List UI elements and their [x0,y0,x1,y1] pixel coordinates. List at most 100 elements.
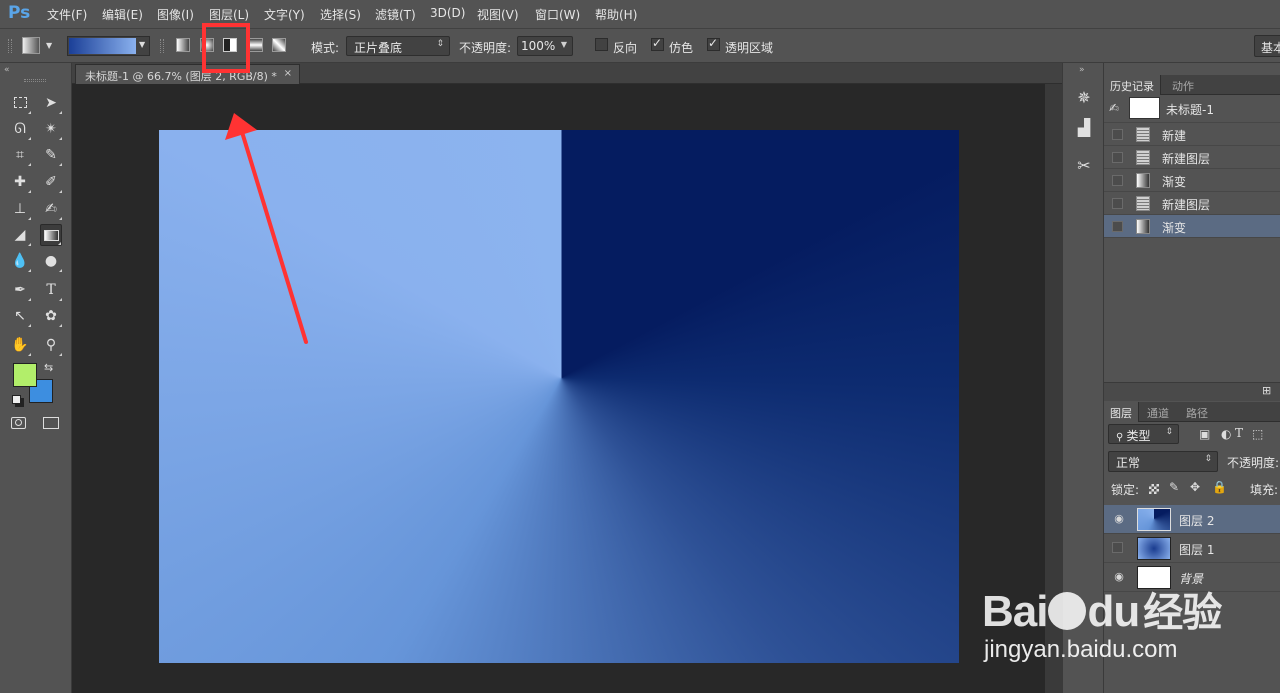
transparency-checkbox[interactable] [707,36,720,51]
magic-wand-tool-icon[interactable]: ✴ [40,118,62,140]
tab-paths[interactable]: 路径 [1180,402,1214,422]
history-brush-tool-icon[interactable]: ✍ [40,198,62,220]
dither-checkbox[interactable] [651,36,664,51]
layer-name: 图层 2 [1179,514,1215,528]
hand-tool-icon[interactable]: ✋ [9,334,31,356]
eraser-tool-icon[interactable]: ◢ [9,224,31,246]
options-grip[interactable] [8,39,12,53]
swap-colors-icon[interactable]: ⇆ [44,361,53,374]
clone-stamp-tool-icon[interactable]: ⊥ [9,198,31,220]
lasso-tool-icon[interactable]: ᘏ [9,118,31,140]
tab-channels[interactable]: 通道 [1141,402,1175,422]
document-tab[interactable]: 未标题-1 @ 66.7% (图层 2, RGB/8) * × [75,64,300,84]
history-item[interactable]: 新建图层 [1104,192,1280,215]
menu-file[interactable]: 文件(F) [47,6,87,23]
history-source-checkbox[interactable] [1112,152,1123,163]
histogram-icon[interactable]: ▟ [1073,117,1095,139]
mode-select[interactable]: 正片叠底 ⇕ [346,36,450,56]
eyedropper-tool-icon[interactable]: ✎ [40,144,62,166]
navigator-icon[interactable]: ✵ [1073,87,1095,109]
linear-gradient-icon[interactable] [176,38,190,52]
layers-tab-bar: 图层 通道 路径 [1104,402,1280,422]
move-tool-icon[interactable]: ➤ [40,92,62,114]
custom-shape-tool-icon[interactable]: ✿ [40,305,62,327]
menu-3d[interactable]: 3D(D) [430,6,465,20]
tab-layers[interactable]: 图层 [1104,402,1139,422]
path-selection-tool-icon[interactable]: ↖ [9,305,31,327]
foreground-color-swatch[interactable] [13,363,37,387]
layer-row[interactable]: ◉ 背景 [1104,563,1280,592]
collapse-arrows-icon[interactable]: « [4,65,10,75]
history-snapshot[interactable]: ✍ 未标题-1 [1104,95,1280,123]
brush-tool-icon[interactable]: ✐ [40,171,62,193]
history-source-checkbox[interactable] [1112,221,1123,232]
layer-row[interactable]: 图层 1 [1104,534,1280,563]
lock-all-icon[interactable]: 🔒 [1212,480,1227,494]
opacity-input[interactable]: 100% ▼ [517,36,573,56]
layer-filter-select[interactable]: ⚲ 类型 ⇕ [1108,424,1179,444]
zoom-tool-icon[interactable]: ⚲ [40,334,62,356]
document-icon [1136,127,1150,142]
layer-thumbnail [1137,566,1171,589]
blur-tool-icon[interactable]: 💧 [9,250,31,272]
visibility-toggle[interactable] [1112,542,1123,553]
lock-label: 锁定: [1111,483,1140,497]
shape-filter-icon[interactable]: ⬚ [1252,427,1263,441]
gradient-swatch [69,38,136,54]
history-source-checkbox[interactable] [1112,198,1123,209]
reverse-checkbox[interactable] [595,38,608,51]
tab-actions[interactable]: 动作 [1166,75,1200,95]
menu-select[interactable]: 选择(S) [320,6,361,23]
diamond-gradient-icon[interactable] [272,38,286,52]
healing-brush-tool-icon[interactable]: ✚ [9,171,31,193]
marquee-tool-icon[interactable] [9,92,31,114]
layer-row-selected[interactable]: ◉ 图层 2 [1104,505,1280,534]
default-colors-icon[interactable] [12,395,21,404]
history-item[interactable]: 新建图层 [1104,146,1280,169]
menu-view[interactable]: 视图(V) [477,6,519,23]
blend-mode-select[interactable]: 正常 ⇕ [1108,451,1218,472]
menu-type[interactable]: 文字(Y) [264,6,305,23]
workspace-button[interactable]: 基本 [1254,35,1280,57]
visibility-eye-icon[interactable]: ◉ [1112,571,1126,583]
canvas[interactable] [159,130,959,663]
pen-tool-icon[interactable]: ✒ [9,279,31,301]
dodge-tool-icon[interactable]: ● [40,250,62,272]
visibility-eye-icon[interactable]: ◉ [1112,513,1126,525]
close-icon[interactable]: × [284,68,292,79]
gradient-tool-preset-icon[interactable] [22,37,40,54]
adjustment-filter-icon[interactable]: ◐ [1221,427,1231,441]
chevron-down-icon: ▼ [560,40,567,49]
history-item[interactable]: 新建 [1104,123,1280,146]
lock-transparent-icon[interactable] [1149,484,1159,494]
screen-mode-icon[interactable] [43,417,59,429]
type-tool-icon[interactable]: T [40,279,62,301]
history-item-label: 渐变 [1162,175,1187,189]
lock-position-icon[interactable]: ✥ [1190,480,1200,494]
tools-grip[interactable] [24,79,46,82]
menu-image[interactable]: 图像(I) [157,6,194,23]
type-filter-icon[interactable]: T [1235,426,1243,440]
tools-presets-icon[interactable]: ✂ [1073,155,1095,177]
menu-layer[interactable]: 图层(L) [209,6,249,23]
history-source-checkbox[interactable] [1112,175,1123,186]
crop-tool-icon[interactable]: ⌗ [9,144,31,166]
panel-menu-icon[interactable]: ⊞ [1262,384,1271,397]
reflected-gradient-icon[interactable] [249,38,263,52]
gradient-tool-icon[interactable] [40,224,62,246]
collapse-arrows-icon[interactable]: » [1079,65,1085,75]
menu-edit[interactable]: 编辑(E) [102,6,143,23]
menu-window[interactable]: 窗口(W) [535,6,580,23]
history-item-selected[interactable]: 渐变 [1104,215,1280,238]
menu-filter[interactable]: 滤镜(T) [375,6,416,23]
gradient-picker[interactable]: ▼ [67,36,150,56]
pixel-filter-icon[interactable]: ▣ [1199,427,1210,441]
tab-history[interactable]: 历史记录 [1104,75,1161,95]
lock-pixels-icon[interactable]: ✎ [1169,480,1179,494]
menu-help[interactable]: 帮助(H) [595,6,637,23]
history-source-checkbox[interactable] [1112,129,1123,140]
chevron-down-icon[interactable]: ▼ [46,41,52,50]
history-item[interactable]: 渐变 [1104,169,1280,192]
quick-mask-icon[interactable] [11,417,26,429]
vertical-scrollbar[interactable] [1045,84,1062,693]
